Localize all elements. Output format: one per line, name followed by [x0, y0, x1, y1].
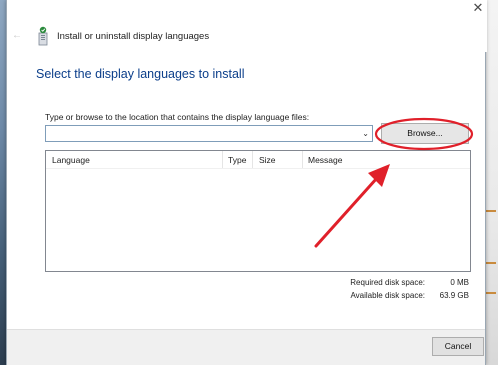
language-install-dialog: ← Install or uninstall display languages…	[6, 0, 487, 365]
column-header-type[interactable]: Type	[228, 155, 246, 165]
column-divider	[222, 151, 223, 168]
cancel-button[interactable]: Cancel	[432, 337, 484, 356]
background-window-stripe	[486, 262, 496, 264]
chevron-down-icon[interactable]: ⌄	[362, 129, 369, 138]
column-header-message[interactable]: Message	[308, 155, 343, 165]
required-disk-value: 0 MB	[450, 278, 469, 287]
required-disk-label: Required disk space:	[350, 278, 425, 287]
header-divider	[46, 168, 470, 169]
column-header-language[interactable]: Language	[52, 155, 90, 165]
column-divider	[302, 151, 303, 168]
available-disk-value: 63.9 GB	[439, 291, 469, 300]
dialog-footer: Cancel	[7, 329, 485, 365]
background-window-edge	[484, 0, 498, 365]
title-bar: ← Install or uninstall display languages…	[7, 0, 487, 52]
location-prompt: Type or browse to the location that cont…	[45, 112, 310, 122]
background-window-stripe	[486, 210, 496, 212]
page-heading: Select the display languages to install	[36, 67, 245, 81]
back-arrow-icon[interactable]: ←	[12, 30, 22, 41]
window-title: Install or uninstall display languages	[57, 31, 210, 42]
close-icon[interactable]: ✕	[469, 0, 487, 18]
location-combobox[interactable]: ⌄	[45, 125, 373, 142]
background-window-stripe	[486, 292, 496, 294]
language-pack-icon	[38, 26, 48, 46]
language-list[interactable]: Language Type Size Message	[45, 150, 471, 272]
column-divider	[252, 151, 253, 168]
available-disk-label: Available disk space:	[350, 291, 425, 300]
column-header-size[interactable]: Size	[259, 155, 276, 165]
browse-button[interactable]: Browse...	[381, 123, 469, 144]
